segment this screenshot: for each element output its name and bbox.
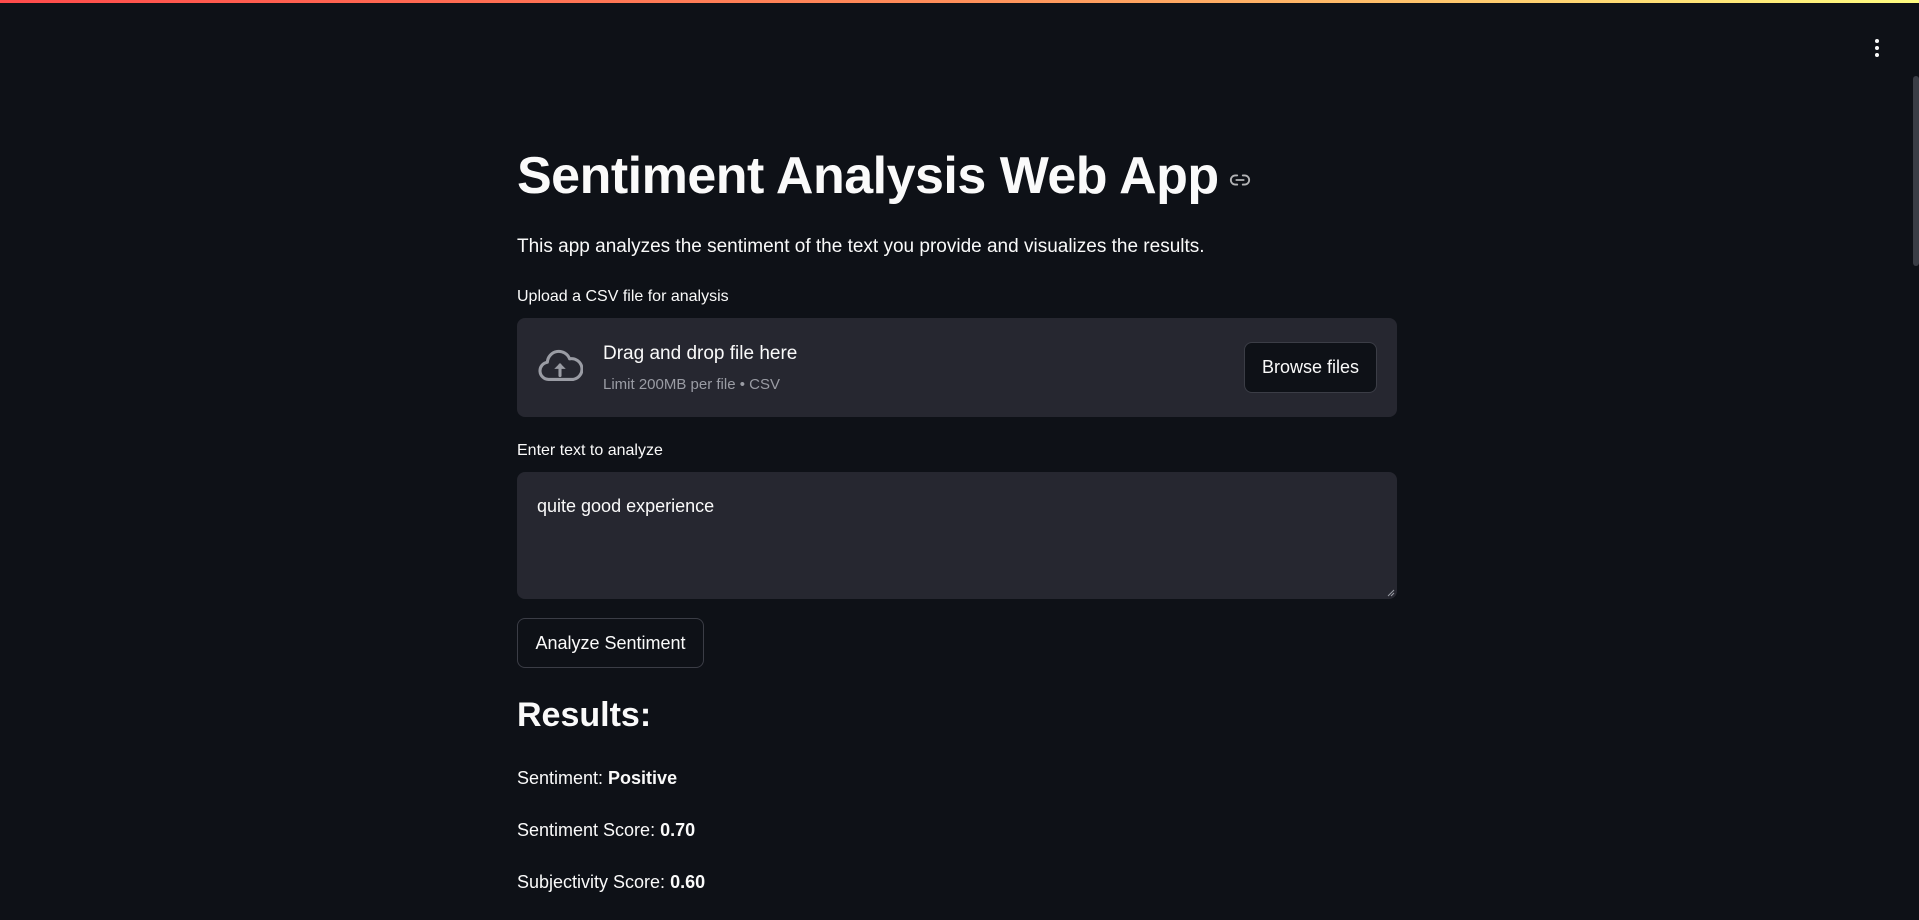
text-input-container: quite good experience bbox=[517, 472, 1397, 599]
results-heading: Results: bbox=[517, 696, 652, 734]
sentiment-score-result: Sentiment Score: 0.70 bbox=[517, 820, 695, 841]
kebab-vertical-icon bbox=[1875, 39, 1879, 57]
uploader-limit-text: Limit 200MB per file • CSV bbox=[603, 376, 780, 393]
browse-files-button[interactable]: Browse files bbox=[1244, 342, 1377, 393]
subjectivity-score-label: Subjectivity Score: bbox=[517, 872, 671, 892]
title-row: Sentiment Analysis Web App bbox=[517, 145, 1251, 207]
sentiment-score-label: Sentiment Score: bbox=[517, 820, 661, 840]
text-input-area[interactable]: quite good experience bbox=[517, 472, 1397, 599]
text-input-label: Enter text to analyze bbox=[517, 442, 663, 459]
top-decoration-bar bbox=[0, 0, 1919, 3]
cloud-upload-icon bbox=[538, 349, 583, 381]
page-description: This app analyzes the sentiment of the t… bbox=[517, 236, 1205, 257]
uploader-label: Upload a CSV file for analysis bbox=[517, 288, 729, 305]
subjectivity-score-result: Subjectivity Score: 0.60 bbox=[517, 872, 705, 893]
uploader-drag-text: Drag and drop file here bbox=[603, 343, 798, 364]
sentiment-score-value: 0.70 bbox=[660, 820, 696, 840]
subjectivity-score-value: 0.60 bbox=[670, 872, 706, 892]
sentiment-result: Sentiment: Positive bbox=[517, 768, 677, 789]
page-title: Sentiment Analysis Web App bbox=[517, 147, 1219, 205]
sentiment-value: Positive bbox=[608, 768, 678, 788]
sentiment-label: Sentiment: bbox=[517, 768, 609, 788]
page-scrollbar[interactable] bbox=[1913, 76, 1919, 266]
file-uploader-dropzone[interactable]: Drag and drop file here Limit 200MB per … bbox=[517, 318, 1397, 417]
analyze-sentiment-button[interactable]: Analyze Sentiment bbox=[517, 618, 704, 668]
resize-handle-icon[interactable] bbox=[1385, 587, 1395, 597]
main-menu-button[interactable] bbox=[1865, 36, 1889, 60]
link-icon[interactable] bbox=[1229, 169, 1251, 191]
